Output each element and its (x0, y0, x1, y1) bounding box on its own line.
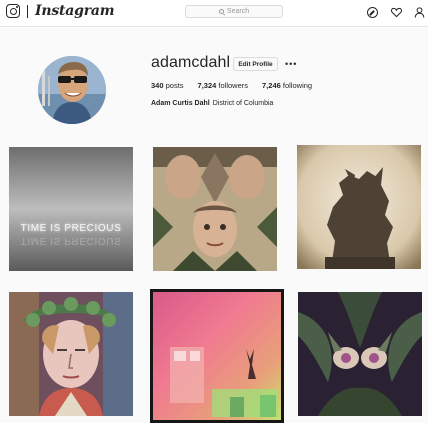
heart-icon[interactable] (391, 7, 402, 18)
explore-compass-icon[interactable] (367, 7, 378, 18)
search-placeholder: Search (226, 8, 250, 15)
following-label: following (282, 81, 313, 90)
instagram-wordmark[interactable]: Instagram (35, 3, 115, 19)
post-tile[interactable] (9, 292, 133, 416)
instagram-logo-icon[interactable] (6, 4, 20, 18)
more-options-icon[interactable]: ••• (285, 60, 297, 69)
post-tile[interactable] (153, 147, 277, 271)
followers-label: followers (218, 81, 249, 90)
username: adamcdahl (151, 54, 231, 71)
following-count: 7,246 (262, 81, 281, 90)
post-overlay-text: TIME IS PRECIOUS (20, 223, 122, 234)
post-tile[interactable] (297, 145, 421, 269)
followers-count: 7,324 (197, 81, 217, 90)
location: District of Columbia (212, 100, 274, 107)
nav-divider (27, 5, 28, 18)
search-input[interactable]: Search (185, 5, 283, 18)
following-stat[interactable]: 7,246 following (262, 81, 312, 90)
avatar[interactable] (38, 56, 106, 124)
posts-stat[interactable]: 340 posts (151, 81, 184, 90)
edit-profile-button[interactable]: Edit Profile (233, 57, 278, 71)
profile-stats: 340 posts 7,324 followers 7,246 followin… (151, 81, 326, 90)
profile-bio: Adam Curtis Dahl District of Columbia (151, 100, 273, 107)
profile-icon[interactable] (414, 7, 425, 18)
post-overlay-reflection: TIME IS PRECIOUS (20, 235, 122, 246)
search-icon (218, 9, 224, 14)
post-tile[interactable] (298, 292, 422, 416)
followers-stat[interactable]: 7,324 followers (198, 81, 248, 90)
post-tile[interactable]: TIME IS PRECIOUS TIME IS PRECIOUS (9, 147, 133, 271)
post-tile[interactable] (150, 289, 284, 423)
posts-label: posts (165, 81, 184, 90)
posts-count: 340 (151, 81, 164, 90)
top-nav: Instagram Search (0, 0, 428, 27)
full-name: Adam Curtis Dahl (151, 100, 210, 107)
